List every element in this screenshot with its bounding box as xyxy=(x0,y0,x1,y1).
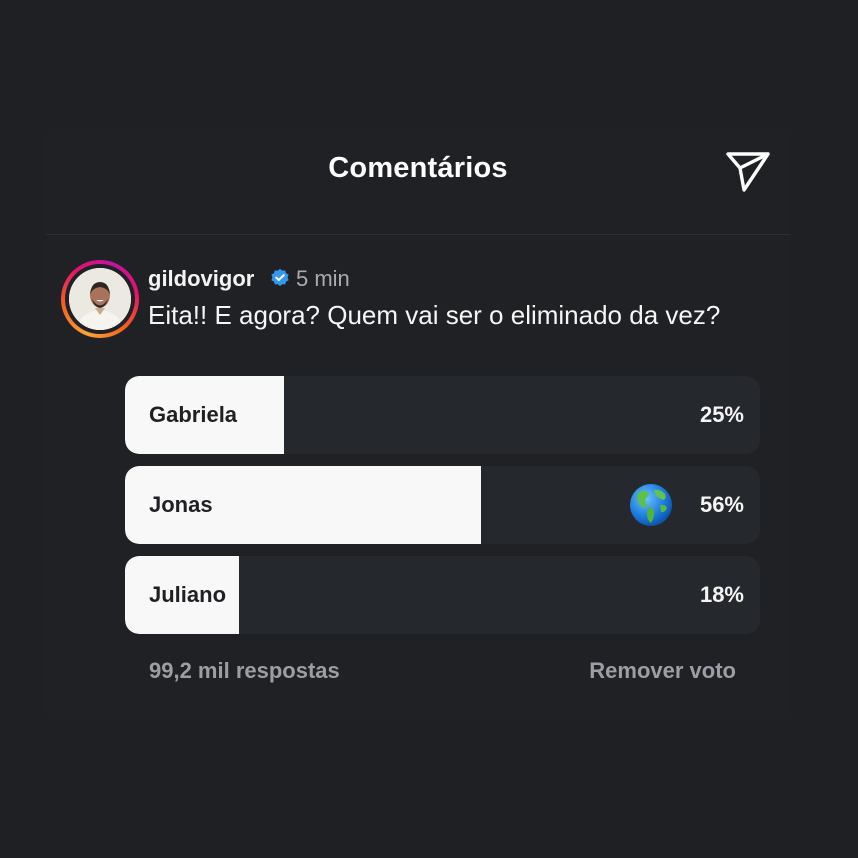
avatar-person-icon xyxy=(69,268,131,330)
send-icon[interactable] xyxy=(724,148,772,194)
poll-option-label: Jonas xyxy=(149,492,213,517)
poll-option-label: Gabriela xyxy=(149,402,238,427)
avatar-story-ring[interactable] xyxy=(61,260,139,338)
poll-option-percent: 56% xyxy=(699,492,744,517)
poll-responses-count[interactable]: 99,2 mil respostas xyxy=(149,658,340,684)
globe-emoji-icon xyxy=(630,484,672,526)
comment: gildovigor 5 min Eita!! E agora? Quem va… xyxy=(46,260,790,350)
comment-time: 5 min xyxy=(296,266,350,291)
poll-option-percent: 25% xyxy=(699,402,744,427)
avatar[interactable] xyxy=(69,268,131,330)
verified-badge-icon xyxy=(271,268,289,286)
page-title: Comentários xyxy=(328,152,508,184)
poll-option-gabriela[interactable]: Gabriela 25% xyxy=(125,376,760,454)
poll-option-percent: 18% xyxy=(699,582,744,607)
comments-header: Comentários xyxy=(46,134,790,235)
username[interactable]: gildovigor xyxy=(148,266,254,292)
remove-vote-button[interactable]: Remover voto xyxy=(589,658,736,684)
comment-text: Eita!! E agora? Quem vai ser o eliminado… xyxy=(148,300,721,330)
poll-option-jonas[interactable]: Jonas 56% xyxy=(125,466,760,544)
poll-option-label: Juliano xyxy=(149,582,227,607)
poll-option-juliano[interactable]: Juliano 18% xyxy=(125,556,760,634)
comments-panel: Comentários gildovigor 5 min Eita!! E ag… xyxy=(46,134,790,714)
